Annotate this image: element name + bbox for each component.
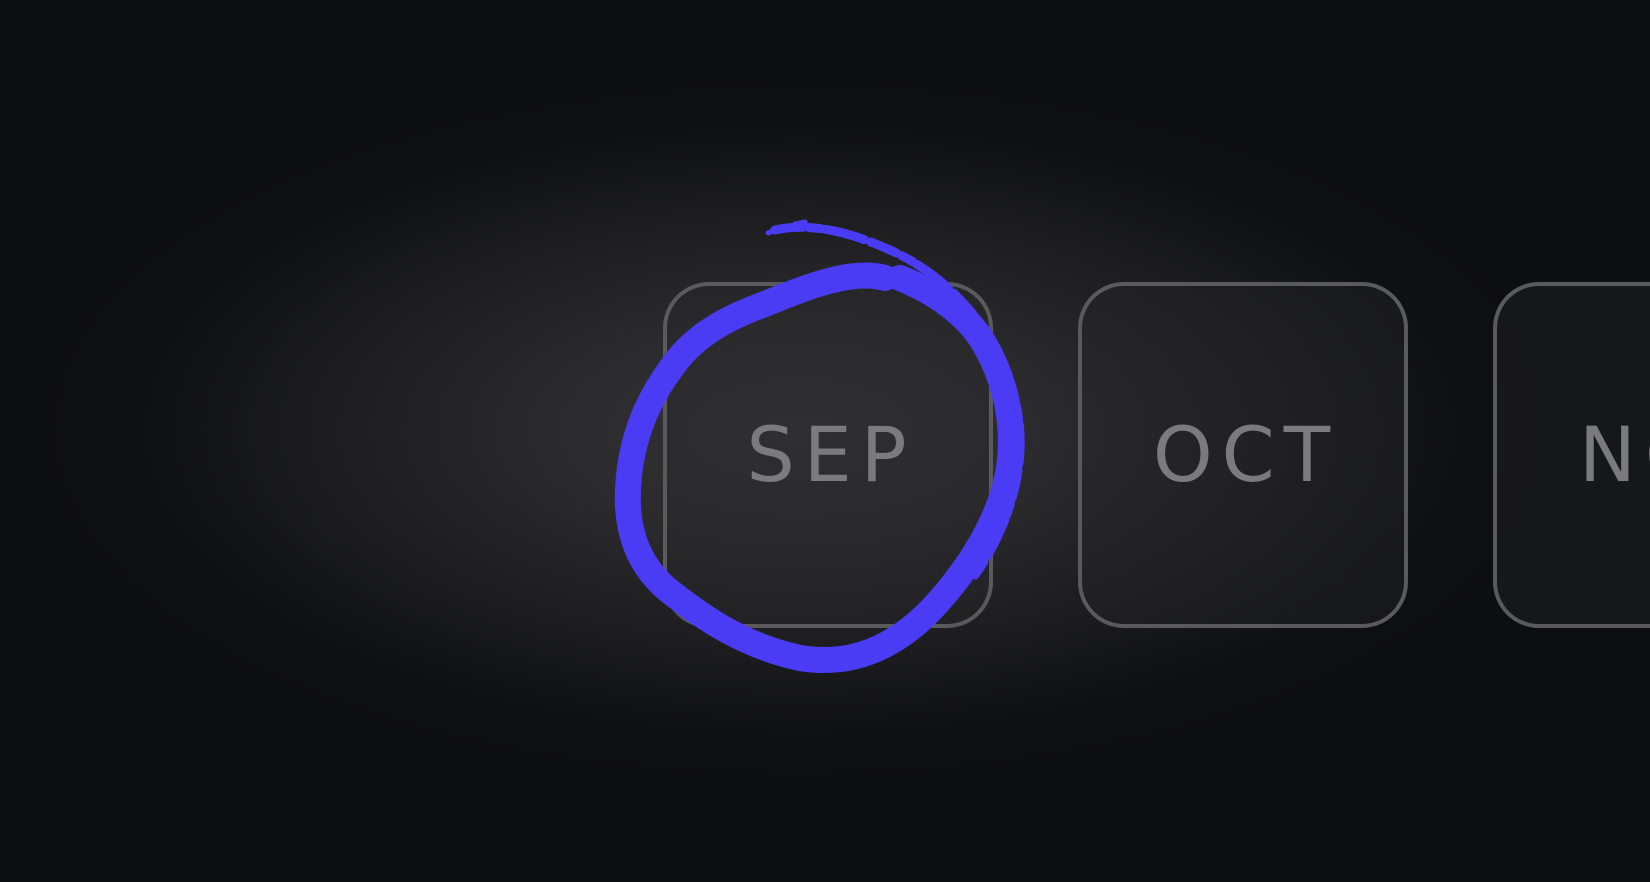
month-label-oct: OCT [1152,410,1340,499]
month-card-sep[interactable]: SEP [663,282,993,628]
month-label-nov: NO [1579,410,1650,499]
month-card-oct[interactable]: OCT [1078,282,1408,628]
month-label-sep: SEP [746,410,916,499]
month-card-nov[interactable]: NO [1493,282,1650,628]
month-picker: SEP OCT NO [0,0,1650,882]
